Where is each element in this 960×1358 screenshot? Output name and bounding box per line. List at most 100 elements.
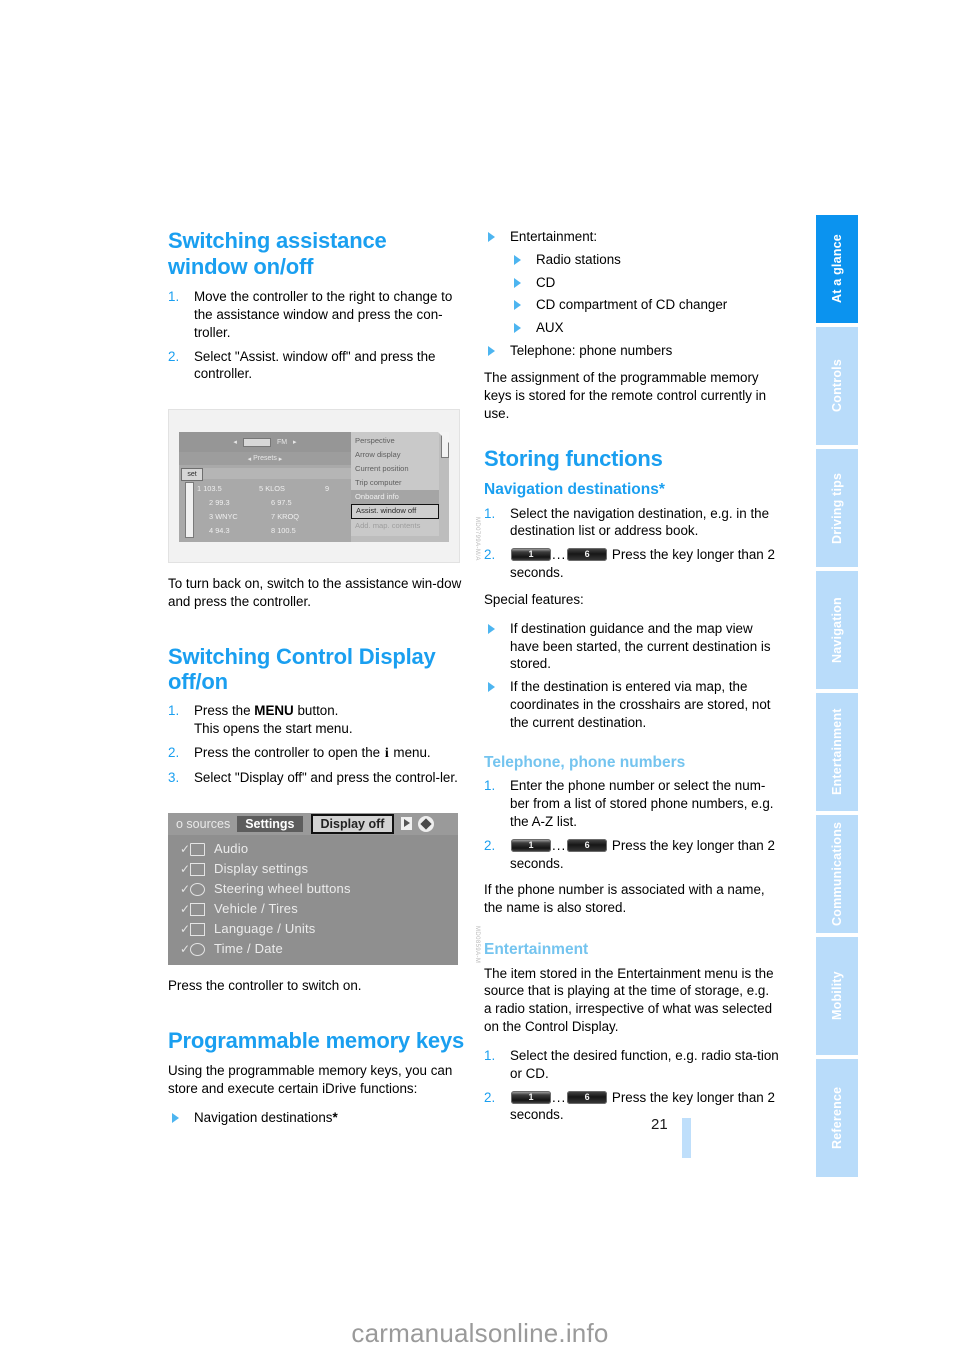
tab-controls[interactable]: Controls [816, 327, 858, 445]
heading-switching-assistance-window: Switching assistance window on/off [168, 228, 387, 279]
controller-icon [418, 815, 435, 832]
preset-8: 8 100.5 [271, 525, 296, 535]
paragraph-switch-on: Press the controller to switch on. [168, 977, 362, 993]
tab-at-a-glance[interactable]: At a glance [816, 215, 858, 323]
paragraph-assignment: The assignment of the programmable memor… [484, 369, 767, 421]
step-number: 1. [168, 702, 180, 718]
radio-band-label: FM [276, 438, 288, 446]
list-item: ✓ Audio [168, 839, 458, 859]
step-text-second-line: This opens the start menu. [194, 720, 353, 736]
memory-key-functions-list-continued: Entertainment: Radio stations CD CD comp… [484, 228, 780, 360]
assistance-window-menu: Perspective Arrow display Current positi… [351, 432, 439, 537]
list-item: ✓ Vehicle / Tires [168, 899, 458, 919]
preset-4: 4 94.3 [209, 525, 230, 535]
menu-item-arrow-display: Arrow display [355, 450, 401, 460]
settings-label: Steering wheel buttons [214, 881, 351, 897]
page-marker-bar [682, 1118, 691, 1158]
menu-item-onboard-info: Onboard info [351, 490, 439, 505]
bullet-triangle-icon [514, 323, 521, 334]
tab-mobility[interactable]: Mobility [816, 937, 858, 1055]
preset-6: 6 97.5 [271, 497, 292, 507]
preset-1: 1 103.5 [197, 483, 222, 493]
step-number: 1. [168, 289, 180, 305]
settings-label: Language / Units [214, 921, 316, 937]
tuning-slider [185, 482, 194, 539]
tab-navigation[interactable]: Navigation [816, 571, 858, 689]
step-text: Select "Assist. window off" and press th… [194, 348, 436, 382]
menu-item-add-map-contents: Add. map. contents [355, 521, 421, 531]
memory-key-6-icon: 6 [567, 838, 608, 852]
list-item: 2. Press the controller to open the i me… [168, 744, 464, 764]
heading-telephone-phone-numbers: Telephone, phone numbers [484, 753, 686, 771]
list-item: CD [484, 274, 780, 292]
tab-display-off: Display off [310, 813, 395, 834]
heading-storing-functions: Storing functions [484, 446, 663, 472]
vehicle-tires-icon: ✓ [180, 902, 205, 916]
list-item: If destination guidance and the map view… [484, 620, 780, 673]
bullet-text: Telephone: phone numbers [510, 343, 673, 359]
step-number: 3. [168, 770, 180, 786]
preset-3: 3 WNYC [209, 511, 238, 521]
corner-arrow-icon [438, 432, 449, 444]
preset-station-grid: 1 103.5 5 KLOS 9 2 99.3 6 97.5 3 WNYC 7 … [195, 481, 349, 540]
step-text-pre: Press the controller to open the [194, 744, 384, 760]
settings-label: Time / Date [214, 941, 283, 957]
language-units-icon: ✓ [180, 922, 205, 936]
settings-item-list: ✓ Audio ✓ Display settings ✓ Steering wh… [168, 839, 458, 965]
tab-communications[interactable]: Communications [816, 815, 858, 933]
list-item: 2. 1... 6 Press the key longer than 2 sec… [484, 546, 780, 582]
menu-button-label: MENU [254, 702, 294, 718]
list-item: If the destination is entered via map, t… [484, 678, 780, 731]
tab-entertainment[interactable]: Entertainment [816, 693, 858, 811]
special-features-list: If destination guidance and the map view… [484, 620, 780, 732]
bullet-text: CD compartment of CD changer [536, 297, 728, 313]
list-item: 2. 1... 6 Press the key longer than 2 sec… [484, 837, 780, 873]
memory-key-6-icon: 6 [567, 548, 608, 562]
list-item: ✓ Display settings [168, 859, 458, 879]
step-text: Select the navigation destination, e.g. … [510, 505, 770, 539]
tab-driving-tips[interactable]: Driving tips [816, 449, 858, 567]
preset-9: 9 [325, 483, 330, 493]
menu-item-trip-computer: Trip computer [355, 478, 402, 488]
figure-radio-assistance-window: ◂ FM ▸ ◂ Presets ▸ set 1 103.5 5 KLOS 9 … [168, 409, 480, 564]
bullet-text: CD [536, 274, 556, 290]
navigation-steps-list: 1. Select the navigation destination, e.… [484, 505, 780, 582]
assistance-steps-list: 1. Move the controller to the right to c… [168, 288, 464, 383]
step-number: 2. [484, 547, 496, 563]
step-text-post: menu. [389, 744, 431, 760]
menu-item-perspective: Perspective [355, 436, 395, 446]
heading-navigation-destinations: Navigation destinations* [484, 480, 665, 498]
bullet-triangle-icon [488, 682, 495, 693]
list-item: Telephone: phone numbers [484, 342, 780, 360]
audio-icon: ✓ [180, 842, 205, 856]
tab-sources: o sources [176, 816, 231, 831]
bullet-text: AUX [536, 320, 564, 336]
paragraph-turn-back-on: To turn back on, switch to the assistanc… [168, 576, 462, 609]
heading-entertainment: Entertainment [484, 941, 589, 959]
bullet-triangle-icon [514, 277, 521, 288]
list-item: Radio stations [484, 251, 780, 269]
tab-reference[interactable]: Reference [816, 1059, 858, 1177]
menu-item-assist-window-off: Assist. window off [351, 504, 439, 520]
step-number: 2. [484, 837, 496, 853]
settings-tab-bar: o sources Settings Display off [168, 812, 458, 835]
list-item: ✓ Steering wheel buttons [168, 879, 458, 899]
memory-key-1-icon: 1 [511, 1090, 551, 1104]
bullet-text: Navigation destinations [194, 1109, 333, 1125]
chapter-tabs: At a glance Controls Driving tips Naviga… [816, 215, 858, 1181]
step-number: 2. [168, 348, 180, 364]
presets-label: ◂ Presets ▸ [179, 452, 351, 466]
radio-band-bar: ◂ FM ▸ [179, 432, 351, 453]
list-item: 1. Move the controller to the right to c… [168, 288, 464, 341]
bullet-triangle-icon [488, 232, 495, 242]
control-display-steps-list: 1. Press the MENU button. This opens the… [168, 702, 464, 787]
band-indicator-icon [242, 437, 271, 447]
preset-7: 7 KROQ [271, 511, 299, 521]
list-item: 1. Enter the phone number or select the … [484, 777, 780, 830]
step-text-pre: Press the [194, 702, 255, 718]
list-item: 3. Select "Display off" and press the co… [168, 769, 464, 787]
entertainment-steps-list: 1. Select the desired function, e.g. rad… [484, 1047, 780, 1124]
paragraph-memory-intro: Using the programmable memory keys, you … [168, 1063, 453, 1097]
step-text-post: button. [293, 702, 339, 718]
step-number: 2. [484, 1089, 496, 1105]
